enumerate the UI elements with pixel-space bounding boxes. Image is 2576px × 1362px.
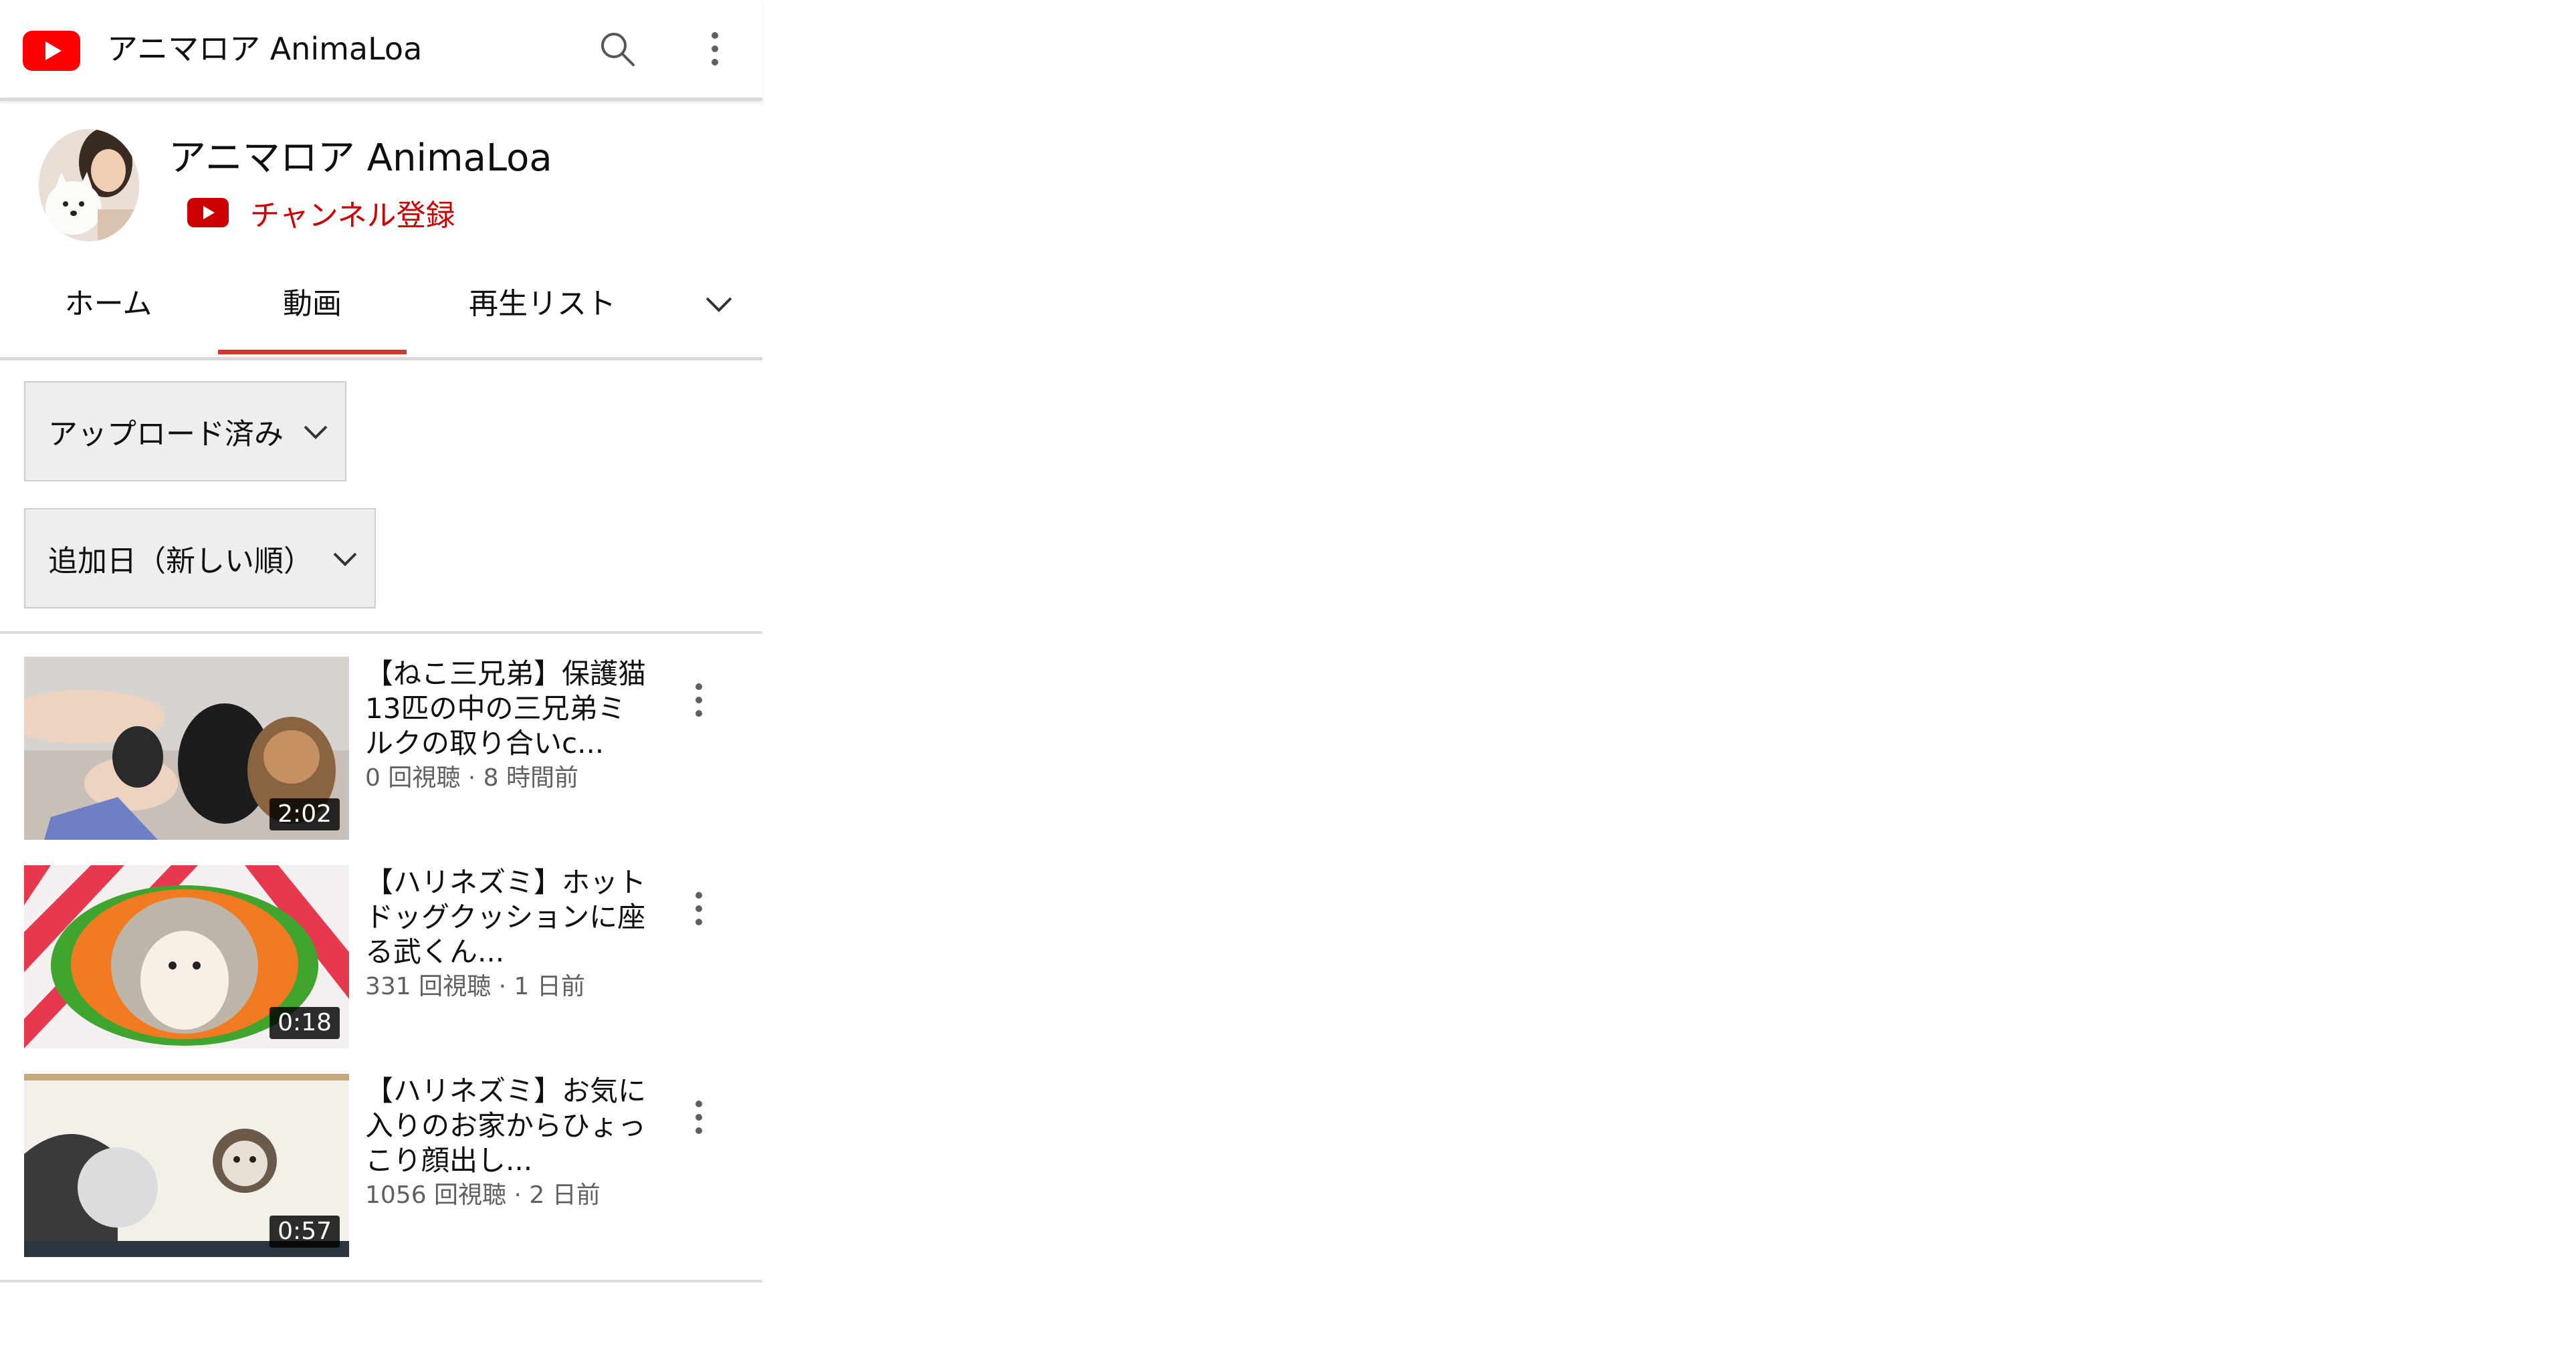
video-item[interactable]: 0:18 【ハリネズミ】ホットドッグクッションに座る武くん... 331 回視聴… (0, 865, 762, 1052)
video-title[interactable]: 【ハリネズミ】ホットドッグクッションに座る武くん... (365, 865, 646, 970)
tab-label: ホーム (64, 287, 152, 321)
video-menu-button[interactable] (675, 1094, 722, 1141)
tab-home[interactable]: ホーム (40, 267, 177, 354)
channel-avatar[interactable] (39, 129, 139, 241)
tab-label: 動画 (283, 287, 342, 321)
upload-filter-dropdown[interactable]: アップロード済み (24, 381, 346, 481)
more-vert-icon (695, 1101, 702, 1134)
video-duration: 0:57 (270, 1216, 340, 1248)
video-thumbnail[interactable]: 0:57 (24, 1074, 349, 1257)
tab-playlists[interactable]: 再生リスト (452, 267, 633, 354)
divider (0, 1280, 762, 1282)
more-options-button[interactable] (691, 25, 738, 72)
sort-filter-dropdown[interactable]: 追加日（新しい順） (24, 508, 376, 608)
video-title[interactable]: 【ねこ三兄弟】保護猫13匹の中の三兄弟ミルクの取り合いc... (365, 657, 646, 761)
subscribe-label: チャンネル登録 (250, 199, 455, 233)
chevron-down-icon (333, 552, 357, 566)
video-title[interactable]: 【ハリネズミ】お気に入りのお家からひょっこり顔出し... (365, 1074, 646, 1178)
avatar-image-icon (39, 129, 139, 241)
video-duration: 2:02 (270, 798, 340, 830)
chevron-down-icon (304, 425, 328, 439)
video-item[interactable]: 0:57 【ハリネズミ】お気に入りのお家からひょっこり顔出し... 1056 回… (0, 1074, 762, 1261)
youtube-logo-icon[interactable] (23, 31, 80, 71)
search-icon (601, 33, 635, 66)
video-duration: 0:18 (270, 1007, 340, 1039)
video-thumbnail[interactable]: 0:18 (24, 865, 349, 1048)
tab-label: 再生リスト (469, 287, 616, 321)
search-button[interactable] (594, 25, 641, 72)
more-vert-icon (695, 683, 702, 717)
sort-filter-label: 追加日（新しい順） (48, 544, 313, 578)
upload-filter-label: アップロード済み (48, 417, 284, 451)
video-menu-button[interactable] (675, 885, 722, 932)
chevron-down-icon (706, 297, 732, 312)
video-item[interactable]: 2:02 【ねこ三兄弟】保護猫13匹の中の三兄弟ミルクの取り合いc... 0 回… (0, 657, 762, 844)
app-bar-title: アニマロア AnimaLoa (107, 31, 423, 67)
youtube-channel-page: アニマロア AnimaLoa アニマロア AnimaLoa チャンネル登録 ホー… (0, 0, 762, 1362)
video-meta: 0 回視聴 · 8 時間前 (365, 764, 579, 792)
tab-videos[interactable]: 動画 (218, 267, 407, 354)
more-vert-icon (712, 32, 718, 66)
top-app-bar: アニマロア AnimaLoa (0, 0, 762, 101)
more-vert-icon (695, 892, 702, 925)
video-menu-button[interactable] (675, 677, 722, 723)
subscribe-button[interactable]: チャンネル登録 (187, 189, 455, 236)
youtube-subscribe-icon (187, 198, 229, 227)
video-meta: 331 回視聴 · 1 日前 (365, 973, 585, 1000)
divider (0, 631, 762, 634)
tabs-more-button[interactable] (695, 267, 742, 354)
video-thumbnail[interactable]: 2:02 (24, 657, 349, 840)
video-meta: 1056 回視聴 · 2 日前 (365, 1181, 601, 1209)
channel-tabs: ホーム 動画 再生リスト (0, 267, 762, 360)
channel-name: アニマロア AnimaLoa (169, 136, 552, 180)
